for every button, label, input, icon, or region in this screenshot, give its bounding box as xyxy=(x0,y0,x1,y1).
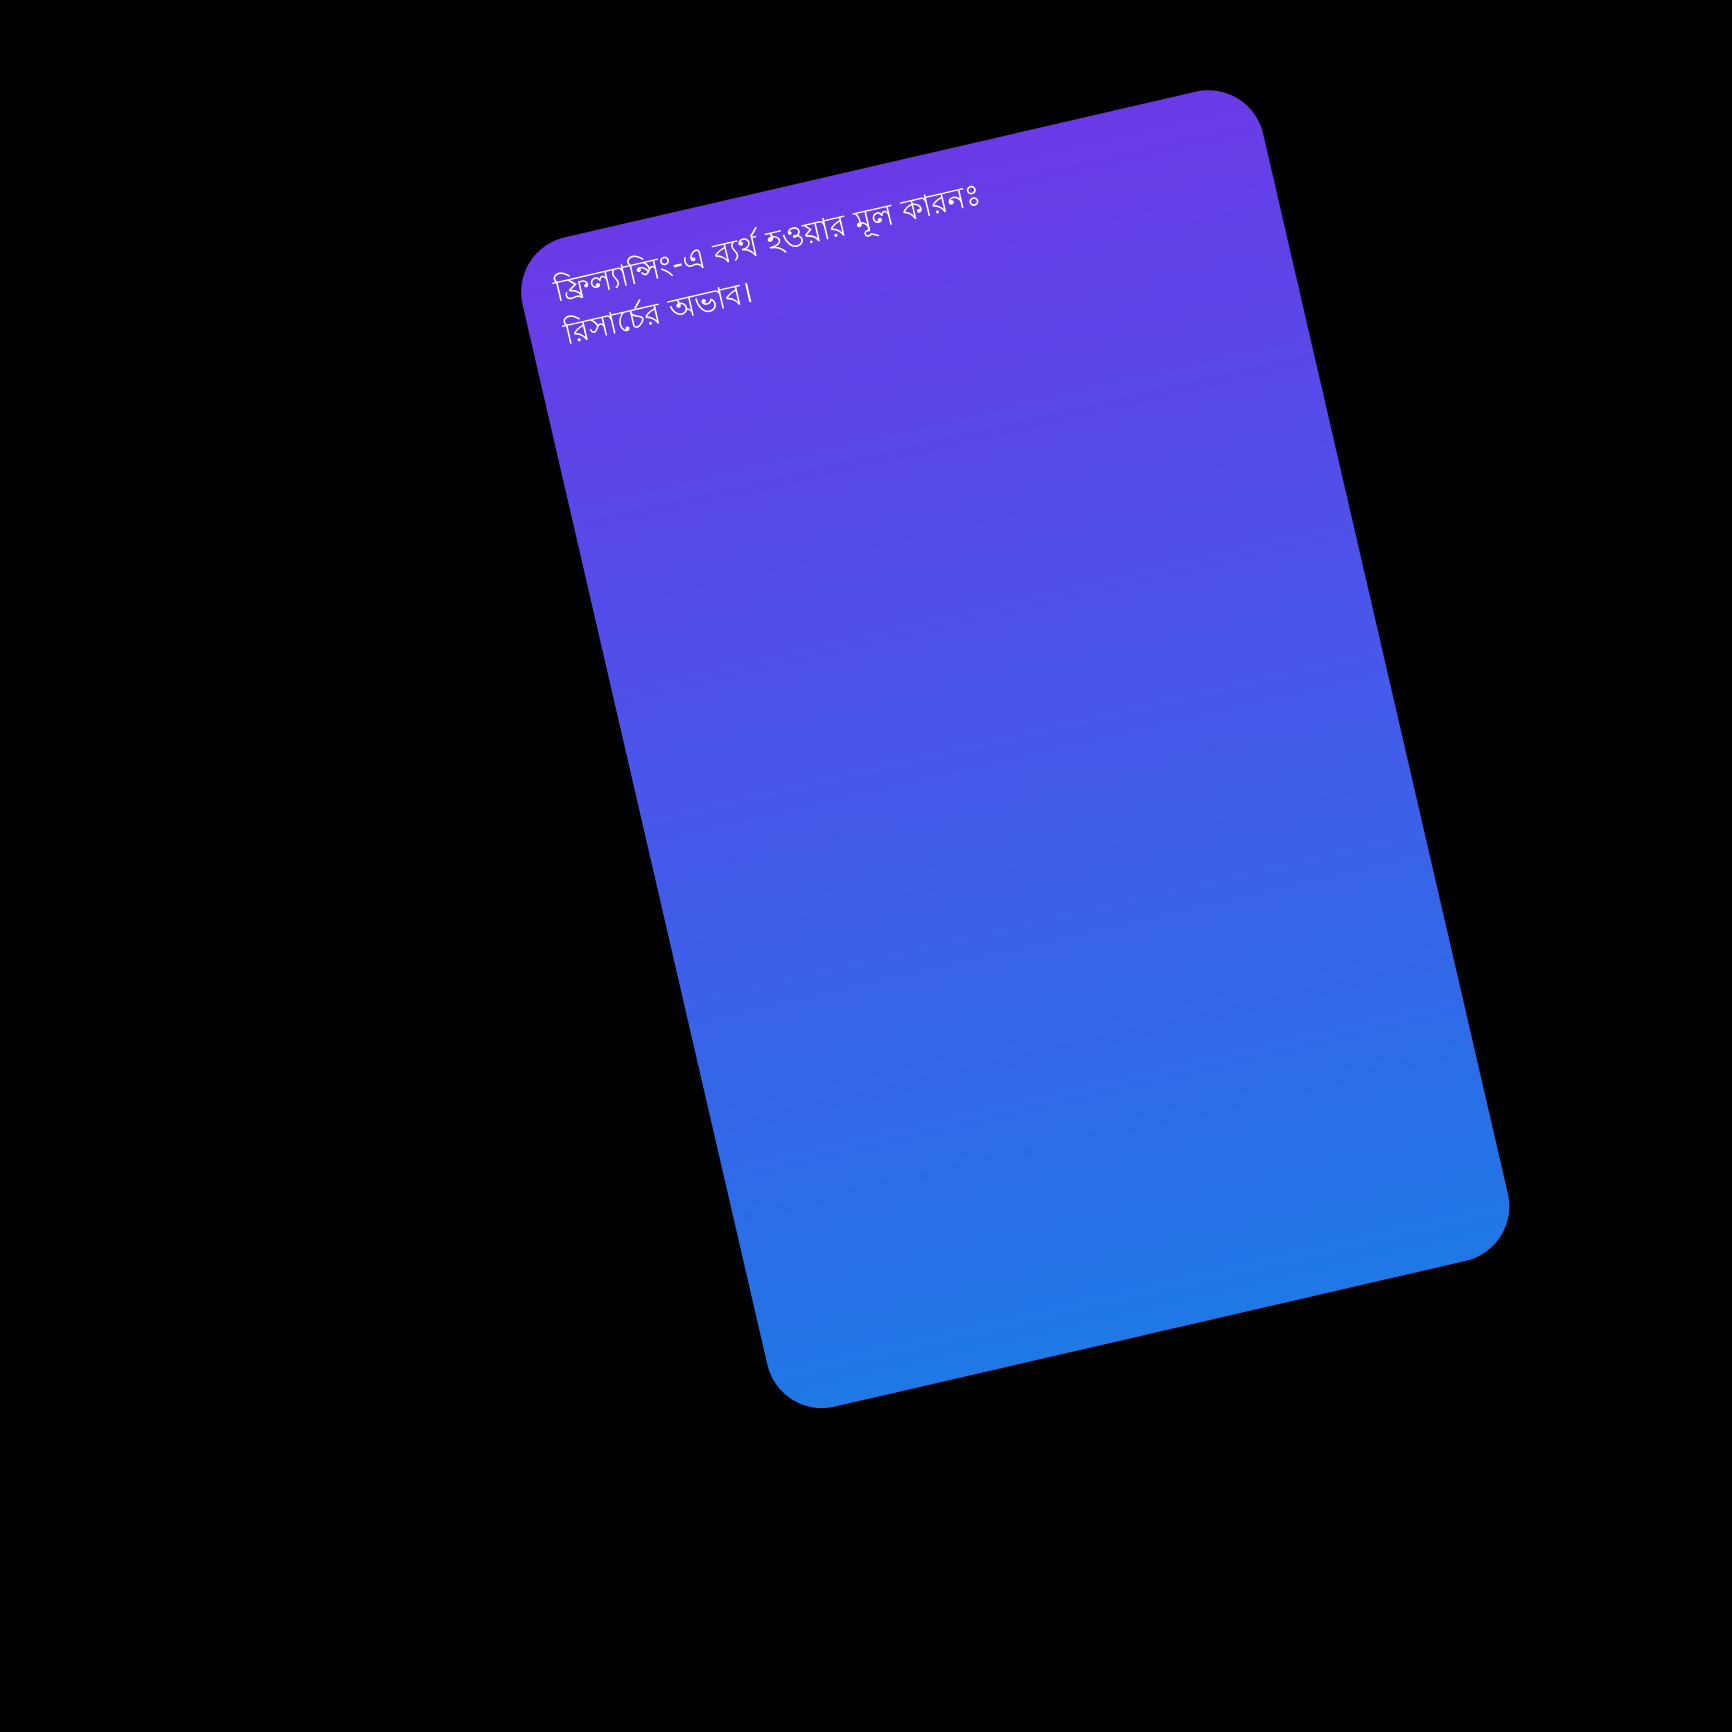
background: ফ্রিল্যান্সিং-এ ব্যর্থ হওয়ার মূল কারনঃ … xyxy=(0,0,1732,1732)
info-card: ফ্রিল্যান্সিং-এ ব্যর্থ হওয়ার মূল কারনঃ … xyxy=(510,79,1521,1420)
